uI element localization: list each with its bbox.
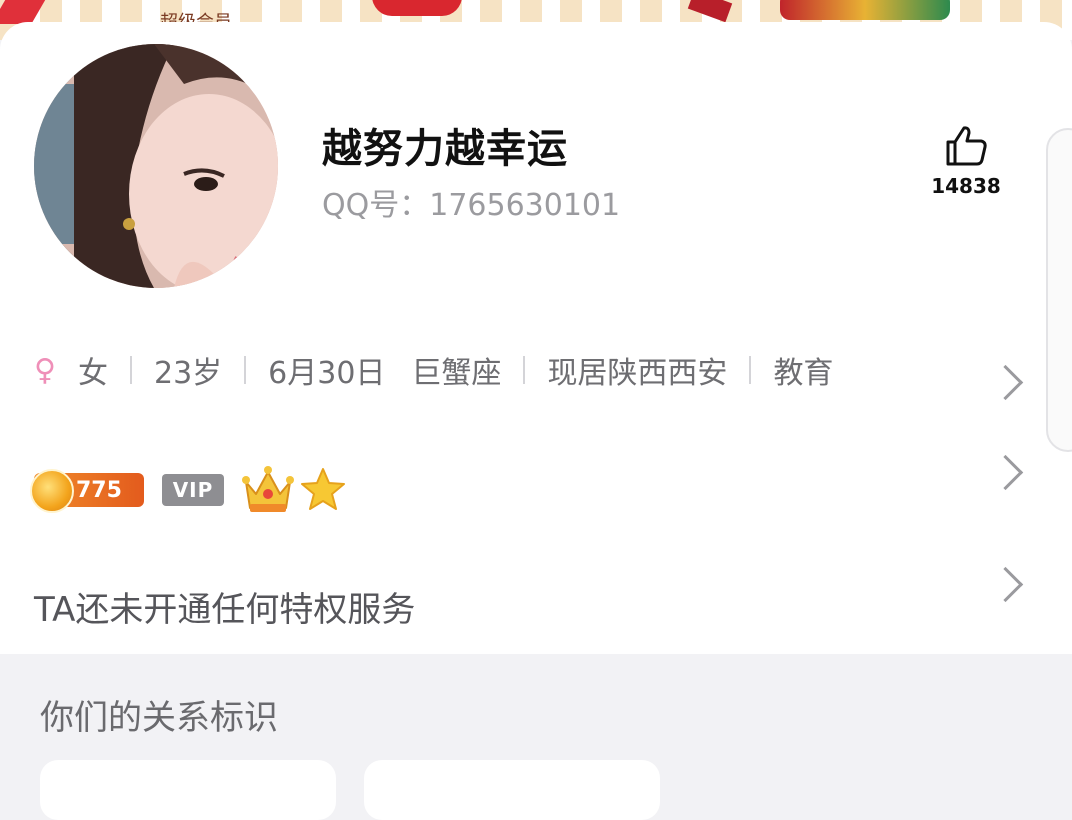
female-icon: ♀ bbox=[34, 352, 56, 388]
coin-level: 775 bbox=[76, 477, 122, 503]
birthday: 6月30日 bbox=[268, 356, 386, 391]
divider bbox=[129, 356, 132, 384]
qq-label: QQ号： bbox=[322, 188, 430, 223]
star-icon[interactable] bbox=[298, 465, 348, 515]
side-panel-handle[interactable] bbox=[1046, 128, 1072, 452]
qq-number: 1765630101 bbox=[429, 188, 621, 223]
chevron-right-icon[interactable] bbox=[987, 364, 1024, 401]
like-count: 14838 bbox=[931, 174, 1001, 198]
location: 现居陕西西安 bbox=[547, 356, 728, 391]
vip-badge[interactable]: VIP bbox=[162, 474, 224, 506]
age: 23岁 bbox=[153, 356, 223, 391]
qq-number-line[interactable]: QQ号：1765630101 bbox=[322, 180, 620, 224]
relationship-tile[interactable] bbox=[40, 760, 336, 820]
avatar[interactable] bbox=[34, 44, 278, 288]
profile-card: 越努力越幸运 QQ号：1765630101 14838 ♀ 女 23岁 6月30… bbox=[0, 22, 1072, 654]
divider bbox=[749, 356, 752, 384]
chevron-right-icon[interactable] bbox=[987, 566, 1024, 603]
divider bbox=[523, 356, 526, 384]
zodiac: 巨蟹座 bbox=[411, 356, 502, 391]
divider bbox=[244, 356, 247, 384]
gender: 女 bbox=[77, 356, 108, 391]
badge-row[interactable]: 775 VIP bbox=[30, 462, 348, 518]
chevron-right-icon[interactable] bbox=[987, 454, 1024, 491]
thumbs-up-icon bbox=[946, 126, 987, 166]
like-button[interactable]: 14838 bbox=[926, 122, 1006, 198]
relationship-tile[interactable] bbox=[364, 760, 660, 820]
coin-icon bbox=[30, 469, 74, 513]
banner-decoration bbox=[372, 0, 462, 16]
banner-decoration bbox=[687, 0, 733, 23]
avatar-image bbox=[34, 44, 278, 288]
occupation: 教育 bbox=[773, 356, 834, 391]
banner-decoration bbox=[780, 0, 950, 20]
profile-info-row[interactable]: ♀ 女 23岁 6月30日 巨蟹座 现居陕西西安 教育 bbox=[34, 348, 833, 392]
banner-decoration bbox=[0, 0, 49, 24]
nickname: 越努力越幸运 bbox=[322, 126, 568, 172]
privilege-status[interactable]: TA还未开通任何特权服务 bbox=[34, 582, 415, 631]
coin-level-badge[interactable]: 775 bbox=[30, 469, 144, 513]
relationship-section-title: 你们的关系标识 bbox=[40, 698, 278, 738]
crown-icon[interactable] bbox=[240, 464, 296, 516]
